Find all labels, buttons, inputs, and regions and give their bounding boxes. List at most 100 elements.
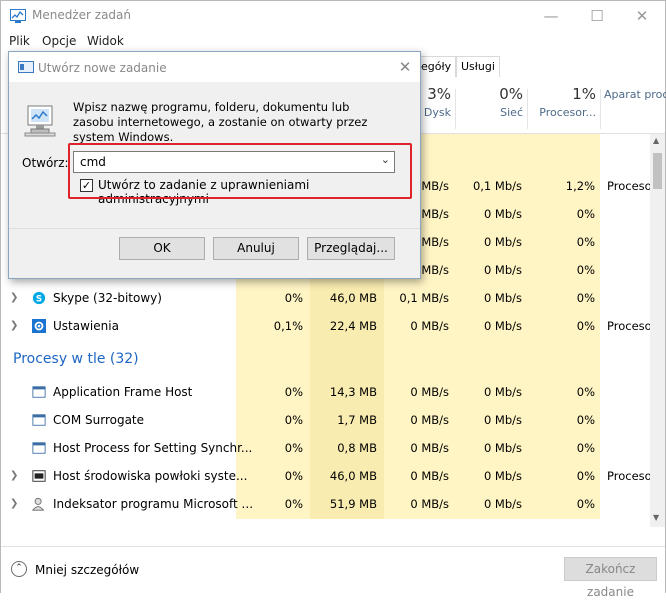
chevron-up-circle-icon[interactable]: ⌃ bbox=[11, 561, 27, 577]
menu-options[interactable]: Opcje bbox=[42, 34, 76, 48]
network-cell: 0 Mb/s bbox=[483, 413, 522, 427]
run-program-icon bbox=[24, 105, 56, 137]
network-cell: 0 Mb/s bbox=[483, 263, 522, 277]
cancel-button[interactable]: Anuluj bbox=[213, 237, 299, 260]
title-bar[interactable]: Menedżer zadań — ☐ ✕ bbox=[1, 1, 665, 31]
browse-button[interactable]: Przeglądaj... bbox=[307, 237, 395, 260]
table-row[interactable]: ❯ Host środowiska powłoki syste... 0% 46… bbox=[1, 462, 652, 490]
gpu-engine-column-label: Aparat proc bbox=[604, 88, 666, 101]
run-dialog-icon bbox=[18, 61, 34, 73]
open-label: Otwórz: bbox=[22, 156, 69, 170]
footer-bar: ⌃ Mniej szczegółów Zakończ zadanie bbox=[1, 546, 665, 599]
dialog-divider bbox=[9, 228, 420, 229]
gpu-usage-percent: 1% bbox=[572, 85, 596, 103]
ok-button[interactable]: OK bbox=[119, 237, 205, 260]
memory-cell: 51,9 MB bbox=[329, 497, 377, 511]
dialog-close-button[interactable]: ✕ bbox=[395, 57, 415, 77]
memory-cell: 0,8 MB bbox=[337, 441, 377, 455]
close-button[interactable]: ✕ bbox=[619, 1, 665, 31]
network-cell: 0 Mb/s bbox=[483, 441, 522, 455]
cpu-cell: 0% bbox=[284, 441, 303, 455]
table-row[interactable]: Application Frame Host 0% 14,3 MB 0 MB/s… bbox=[1, 378, 651, 406]
menu-file[interactable]: Plik bbox=[9, 34, 30, 48]
process-name: Application Frame Host bbox=[53, 385, 193, 399]
memory-cell: 22,4 MB bbox=[329, 319, 377, 333]
disk-cell: 0,1 MB/s bbox=[399, 291, 449, 305]
task-manager-app-icon bbox=[10, 9, 26, 23]
table-row[interactable]: Host Process for Setting Synchr... 0% 0,… bbox=[1, 434, 651, 462]
gpu-cell: 0% bbox=[576, 319, 595, 333]
disk-cell: 0 MB/s bbox=[410, 413, 449, 427]
background-processes-group-header: Procesy w tle (32) bbox=[13, 351, 139, 367]
skype-icon: S bbox=[32, 291, 46, 305]
app-window-icon bbox=[32, 386, 46, 398]
memory-cell: 46,0 MB bbox=[329, 291, 377, 305]
network-cell: 0 Mb/s bbox=[483, 469, 522, 483]
svg-text:S: S bbox=[36, 295, 42, 305]
table-row[interactable]: ❯ Ustawienia 0,1% 22,4 MB 0 MB/s 0 Mb/s … bbox=[1, 312, 652, 340]
column-divider bbox=[527, 89, 528, 129]
gpu-cell: 0% bbox=[576, 291, 595, 305]
table-row[interactable]: COM Surrogate 0% 1,7 MB 0 MB/s 0 Mb/s 0% bbox=[1, 406, 651, 434]
disk-cell: 0 MB/s bbox=[410, 469, 449, 483]
disk-cell: 0 MB/s bbox=[410, 385, 449, 399]
less-details-link[interactable]: Mniej szczegółów bbox=[35, 563, 139, 577]
network-cell: 0 Mb/s bbox=[483, 235, 522, 249]
scroll-up-arrow-icon[interactable]: ▲ bbox=[653, 136, 659, 145]
disk-cell: 0 MB/s bbox=[410, 319, 449, 333]
gpu-cell: 0% bbox=[576, 497, 595, 511]
memory-cell: 14,3 MB bbox=[329, 385, 377, 399]
gpu-engine-cell: Proceso bbox=[607, 319, 652, 333]
expand-chevron-icon[interactable]: ❯ bbox=[10, 490, 18, 518]
tab-services[interactable]: Usługi bbox=[456, 56, 500, 77]
table-row[interactable]: ❯ S Skype (32-bitowy) 0% 46,0 MB 0,1 MB/… bbox=[1, 284, 651, 312]
column-header-network[interactable]: 0% Sieć bbox=[459, 85, 523, 119]
cpu-cell: 0% bbox=[284, 469, 303, 483]
cpu-cell: 0,1% bbox=[273, 319, 303, 333]
process-name: Ustawienia bbox=[53, 319, 119, 333]
scroll-down-arrow-icon[interactable]: ▼ bbox=[653, 513, 659, 522]
gpu-cell: 1,2% bbox=[565, 179, 595, 193]
network-usage-percent: 0% bbox=[499, 85, 523, 103]
create-new-task-dialog: Utwórz nowe zadanie ✕ Wpisz nazwę progra… bbox=[8, 51, 421, 279]
column-divider bbox=[600, 89, 601, 129]
window-title: Menedżer zadań bbox=[32, 8, 131, 22]
gpu-engine-cell: Proceso bbox=[607, 179, 652, 193]
dialog-title-bar[interactable]: Utwórz nowe zadanie ✕ bbox=[9, 52, 420, 82]
column-header-gpu-engine[interactable]: Aparat proc bbox=[604, 85, 666, 101]
network-column-label: Sieć bbox=[500, 106, 523, 119]
expand-chevron-icon[interactable]: ❯ bbox=[10, 462, 18, 490]
cpu-cell: 0% bbox=[284, 497, 303, 511]
network-cell: 0 Mb/s bbox=[483, 497, 522, 511]
cpu-cell: 0% bbox=[284, 291, 303, 305]
gpu-cell: 0% bbox=[576, 441, 595, 455]
vertical-scrollbar[interactable]: ▲ ▼ bbox=[650, 134, 665, 527]
process-name: Host środowiska powłoki syste... bbox=[53, 469, 248, 483]
expand-chevron-icon[interactable]: ❯ bbox=[10, 312, 18, 340]
process-name: COM Surrogate bbox=[53, 413, 145, 427]
expand-chevron-icon[interactable]: ❯ bbox=[10, 284, 18, 312]
end-task-button[interactable]: Zakończ zadanie bbox=[564, 557, 657, 599]
maximize-button[interactable]: ☐ bbox=[574, 1, 620, 31]
table-row[interactable]: ❯ Indeksator programu Microsoft ... 0% 5… bbox=[1, 490, 651, 518]
scrollbar-thumb[interactable] bbox=[653, 153, 662, 189]
disk-cell: 0 MB/s bbox=[410, 497, 449, 511]
search-indexer-icon bbox=[31, 497, 45, 511]
network-cell: 0 Mb/s bbox=[483, 207, 522, 221]
menu-view[interactable]: Widok bbox=[87, 34, 124, 48]
gpu-cell: 0% bbox=[576, 413, 595, 427]
app-window-icon bbox=[32, 442, 46, 454]
process-name: Indeksator programu Microsoft ... bbox=[53, 497, 254, 511]
cpu-cell: 0% bbox=[284, 413, 303, 427]
gpu-cell: 0% bbox=[576, 469, 595, 483]
minimize-button[interactable]: — bbox=[528, 1, 574, 31]
shell-host-icon bbox=[32, 470, 46, 482]
network-cell: 0 Mb/s bbox=[483, 291, 522, 305]
column-header-gpu[interactable]: 1% Procesor... bbox=[529, 85, 596, 119]
tab-details[interactable]: egóły bbox=[417, 56, 457, 77]
settings-gear-icon bbox=[32, 319, 46, 333]
network-cell: 0,1 Mb/s bbox=[472, 179, 522, 193]
dialog-title: Utwórz nowe zadanie bbox=[38, 61, 167, 75]
disk-cell: 0 MB/s bbox=[410, 441, 449, 455]
network-cell: 0 Mb/s bbox=[483, 319, 522, 333]
